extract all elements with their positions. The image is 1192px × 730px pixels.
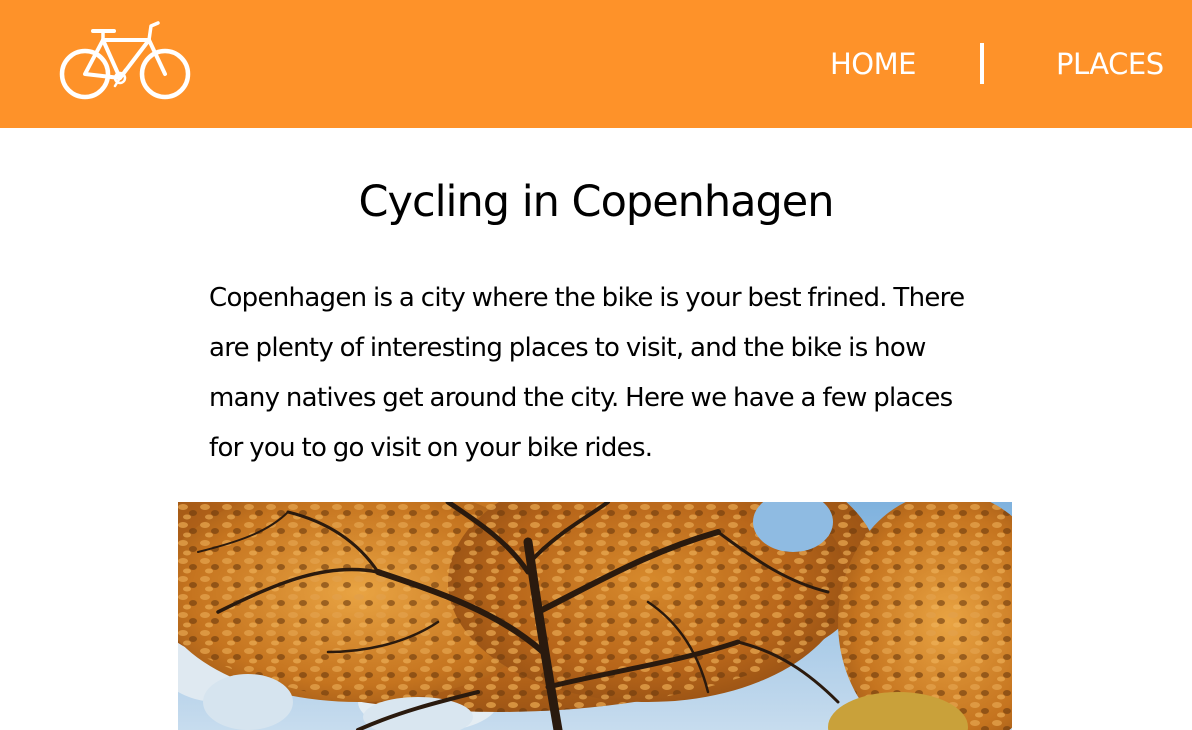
- autumn-trees-photo: [178, 502, 1012, 730]
- intro-paragraph: Copenhagen is a city where the bike is y…: [209, 283, 965, 463]
- nav-divider: [980, 43, 984, 84]
- nav-home-link[interactable]: HOME: [830, 46, 916, 82]
- nav-places-link[interactable]: PLACES: [1056, 46, 1164, 82]
- site-header: HOME PLACES: [0, 0, 1192, 128]
- bicycle-logo-icon[interactable]: [58, 18, 194, 104]
- page-title: Cycling in Copenhagen: [358, 177, 834, 227]
